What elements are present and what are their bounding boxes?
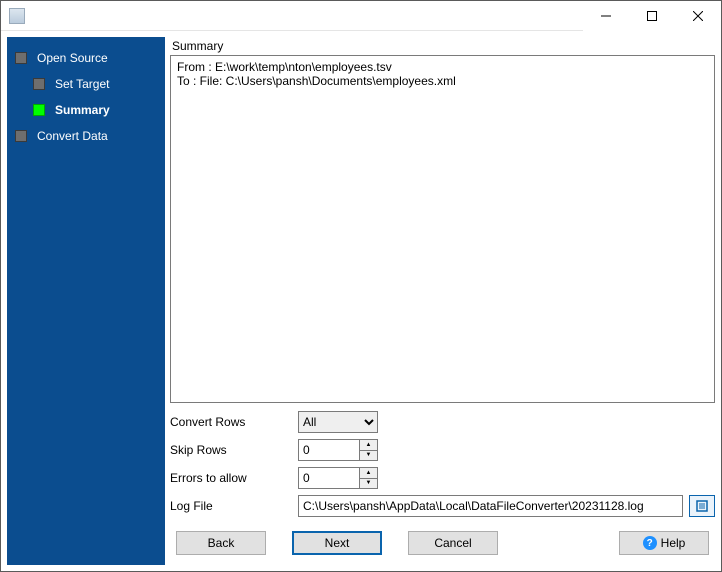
nav-item-set-target[interactable]: Set Target [7,71,165,97]
spin-down-icon[interactable]: ▼ [360,451,377,461]
skip-rows-input[interactable] [299,440,359,460]
help-icon: ? [643,536,657,550]
step-icon [33,104,45,116]
errors-input[interactable] [299,468,359,488]
skip-rows-label: Skip Rows [170,443,290,457]
browse-log-button[interactable] [689,495,715,517]
spin-down-icon[interactable]: ▼ [360,479,377,489]
next-button[interactable]: Next [292,531,382,555]
convert-rows-select[interactable]: All [298,411,378,433]
summary-to-line: To : File: C:\Users\pansh\Documents\empl… [177,74,456,88]
cancel-label: Cancel [434,536,471,550]
nav-label: Convert Data [37,129,108,143]
main-panel: Summary From : E:\work\temp\nton\employe… [170,37,715,565]
nav-item-convert-data[interactable]: Convert Data [7,123,165,149]
next-label: Next [325,536,350,550]
summary-title: Summary [170,37,715,55]
title-bar [1,1,721,31]
log-file-label: Log File [170,499,290,513]
nav-label: Summary [55,103,110,117]
step-icon [15,130,27,142]
help-button[interactable]: ? Help [619,531,709,555]
errors-spinner[interactable]: ▲ ▼ [298,467,378,489]
spin-up-icon[interactable]: ▲ [360,468,377,479]
back-label: Back [208,536,235,550]
spin-up-icon[interactable]: ▲ [360,440,377,451]
summary-from-line: From : E:\work\temp\nton\employees.tsv [177,60,392,74]
nav-item-summary[interactable]: Summary [7,97,165,123]
skip-rows-spinner[interactable]: ▲ ▼ [298,439,378,461]
wizard-nav: Open Source Set Target Summary Convert D… [7,37,165,565]
dialog-window: Open Source Set Target Summary Convert D… [0,0,722,572]
step-icon [15,52,27,64]
errors-label: Errors to allow [170,471,290,485]
nav-label: Set Target [55,77,109,91]
nav-label: Open Source [37,51,108,65]
close-button[interactable] [675,1,721,31]
log-file-input[interactable] [298,495,683,517]
client-area: Open Source Set Target Summary Convert D… [1,31,721,571]
app-icon [9,8,25,24]
help-label: Help [661,536,686,550]
browse-icon [695,499,709,513]
summary-text[interactable]: From : E:\work\temp\nton\employees.tsv T… [170,55,715,403]
options-grid: Convert Rows All Skip Rows ▲ ▼ [170,403,715,517]
convert-rows-label: Convert Rows [170,415,290,429]
step-icon [33,78,45,90]
cancel-button[interactable]: Cancel [408,531,498,555]
back-button[interactable]: Back [176,531,266,555]
maximize-button[interactable] [629,1,675,31]
minimize-button[interactable] [583,1,629,31]
button-bar: Back Next Cancel ? Help [170,517,715,565]
nav-item-open-source[interactable]: Open Source [7,45,165,71]
